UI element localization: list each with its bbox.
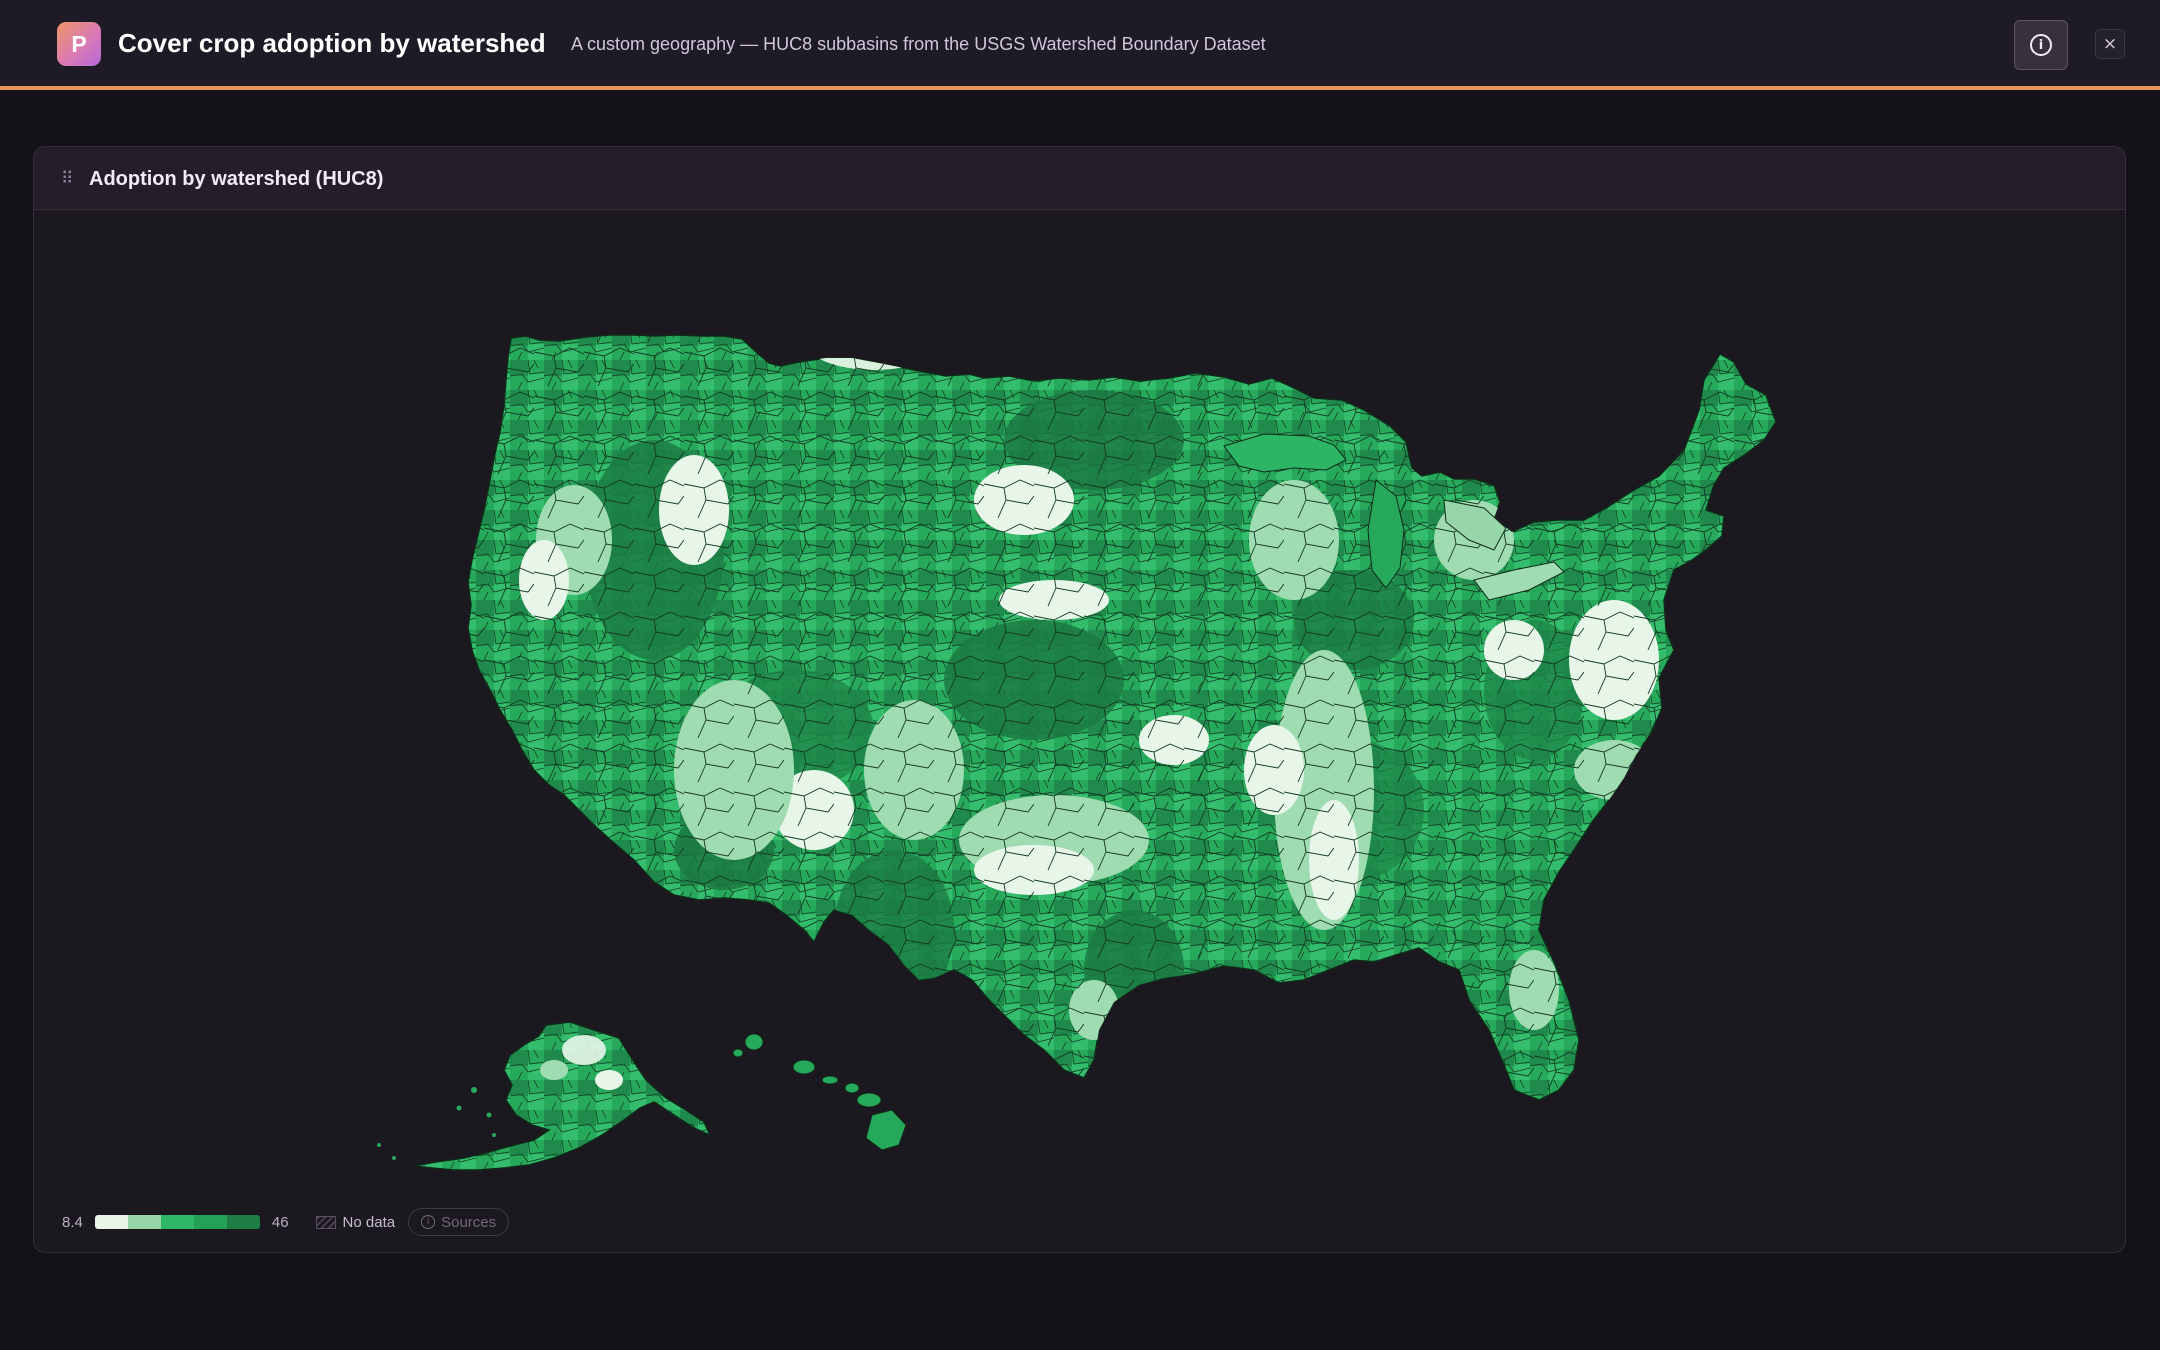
legend-swatch [160, 1215, 194, 1229]
panel-title: Adoption by watershed (HUC8) [89, 168, 384, 190]
map-panel: ⠿ Adoption by watershed (HUC8) 8.4 46 No… [33, 146, 2126, 1253]
app-logo: P [57, 22, 101, 66]
panel-header: ⠿ Adoption by watershed (HUC8) [34, 147, 2125, 210]
map-svg[interactable] [34, 210, 2125, 1210]
app-header: P Cover crop adoption by watershed A cus… [0, 0, 2160, 90]
page-subtitle: A custom geography — HUC8 subbasins from… [571, 34, 1266, 54]
logo-letter: P [71, 30, 87, 57]
info-button[interactable]: i [2014, 20, 2068, 70]
no-data-label: No data [342, 1213, 396, 1231]
legend-swatch [94, 1215, 128, 1229]
close-button[interactable]: × [2095, 29, 2125, 59]
sources-button[interactable]: i Sources [408, 1208, 510, 1236]
sources-label: Sources [441, 1213, 497, 1231]
page-title: Cover crop adoption by watershed [118, 28, 546, 58]
legend-swatch [226, 1215, 260, 1229]
conus-region[interactable] [464, 310, 1784, 1110]
info-icon: i [421, 1215, 436, 1229]
no-data-swatch [315, 1215, 336, 1229]
close-icon: × [2102, 34, 2118, 54]
legend-swatch [127, 1215, 161, 1229]
drag-handle-icon[interactable]: ⠿ [61, 169, 73, 189]
legend-max: 46 [271, 1213, 289, 1231]
hawaii-region[interactable] [732, 1033, 907, 1151]
legend: 8.4 46 No data i Sources [62, 1207, 510, 1237]
legend-swatch [193, 1215, 227, 1229]
info-icon: i [2030, 34, 2052, 56]
choropleth-map[interactable] [34, 210, 2125, 1210]
legend-color-ramp [94, 1215, 260, 1229]
legend-min: 8.4 [62, 1213, 83, 1231]
alaska-region[interactable] [377, 1021, 712, 1171]
